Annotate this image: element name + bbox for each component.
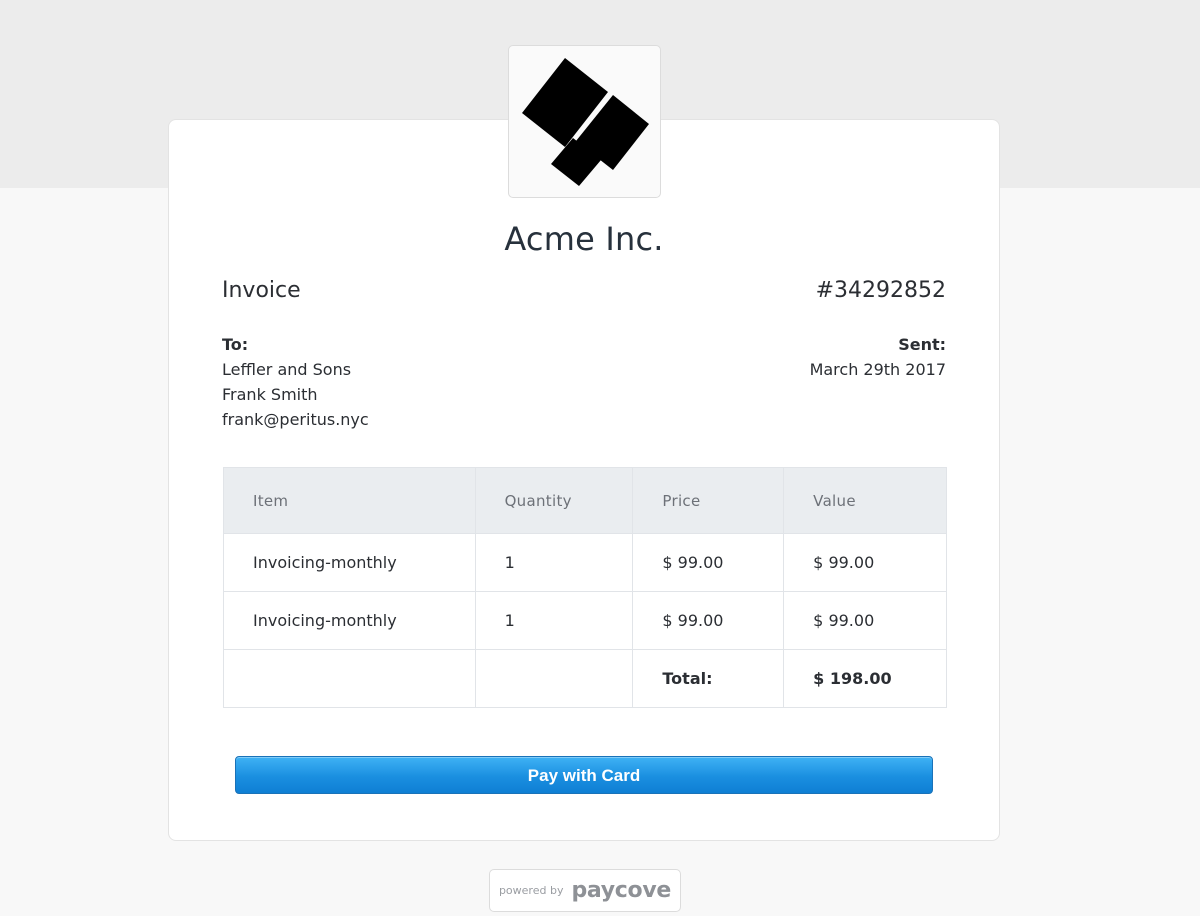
table-row: Invoicing-monthly 1 $ 99.00 $ 99.00 [223,533,947,592]
paycove-logo: paycove [571,878,672,903]
invoice-items-table: Item Quantity Price Value Invoicing-mont… [223,467,947,708]
total-value: $ 198.00 [783,649,947,708]
company-name: Acme Inc. [504,220,664,258]
cell-empty [474,649,634,708]
cell-price: $ 99.00 [632,533,785,592]
acme-logo-icon [522,58,649,186]
invoice-number: #34292852 [815,278,946,303]
recipient-label: To: [222,335,249,354]
powered-by-text: powered by [498,884,564,897]
table-header-row: Item Quantity Price Value [223,467,947,534]
recipient-name: Frank Smith [222,385,318,404]
cell-quantity: 1 [474,533,634,592]
cell-value: $ 99.00 [783,591,947,650]
column-header-price: Price [632,467,785,534]
cell-item: Invoicing-monthly [223,591,476,650]
cell-price: $ 99.00 [632,591,785,650]
total-label: Total: [632,649,785,708]
sent-date: March 29th 2017 [809,360,946,379]
company-logo [508,45,661,198]
powered-by-badge[interactable]: powered by paycove [489,869,681,912]
recipient-block: To: Leffler and Sons Frank Smith frank@p… [222,332,369,432]
column-header-value: Value [783,467,947,534]
cell-quantity: 1 [474,591,634,650]
column-header-quantity: Quantity [474,467,634,534]
table-row: Invoicing-monthly 1 $ 99.00 $ 99.00 [223,591,947,650]
recipient-email: frank@peritus.nyc [222,410,369,429]
column-header-item: Item [223,467,476,534]
cell-item: Invoicing-monthly [223,533,476,592]
table-total-row: Total: $ 198.00 [223,649,947,708]
cell-value: $ 99.00 [783,533,947,592]
sent-label: Sent: [898,335,946,354]
invoice-title: Invoice [222,278,301,303]
pay-with-card-button[interactable]: Pay with Card [235,756,933,794]
cell-empty [223,649,476,708]
sent-block: Sent: March 29th 2017 [810,332,946,382]
recipient-company: Leffler and Sons [222,360,352,379]
